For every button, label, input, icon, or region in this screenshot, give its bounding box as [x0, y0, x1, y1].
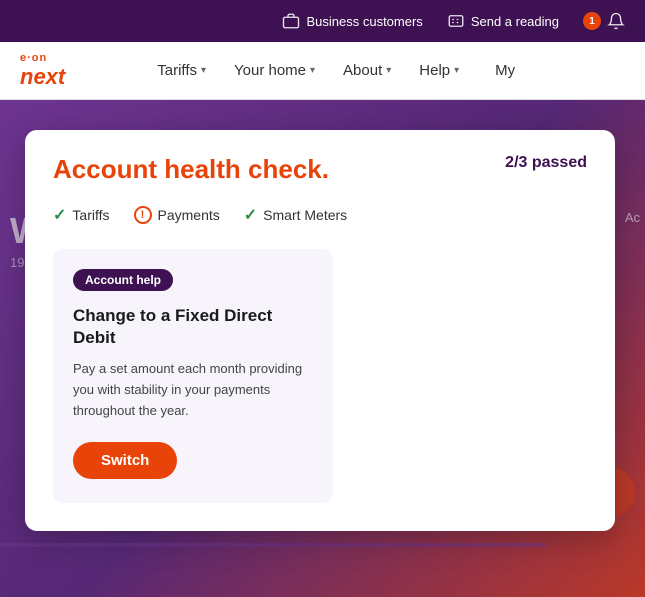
switch-button[interactable]: Switch: [73, 442, 177, 479]
check-payments: ! Payments: [134, 206, 220, 224]
account-health-check-modal: Account health check. 2/3 passed ✓ Tarif…: [25, 130, 615, 531]
modal-header: Account health check. 2/3 passed: [53, 154, 587, 185]
check-smart-meters: ✓ Smart Meters: [244, 205, 347, 225]
modal-score: 2/3 passed: [505, 154, 587, 172]
nav-your-home[interactable]: Your home ▾: [222, 54, 327, 87]
business-customers-link[interactable]: Business customers: [282, 12, 422, 30]
nav-about[interactable]: About ▾: [331, 54, 403, 87]
card-tag: Account help: [73, 269, 173, 291]
nav-bar: e·on next Tariffs ▾ Your home ▾ About ▾ …: [0, 42, 645, 100]
payments-warn-icon: !: [134, 206, 152, 224]
nav-your-home-label: Your home: [234, 62, 306, 79]
check-tariffs-label: Tariffs: [72, 207, 109, 223]
modal-checks: ✓ Tariffs ! Payments ✓ Smart Meters: [53, 205, 587, 225]
logo-eon-text: e·on: [20, 52, 65, 64]
top-bar: Business customers Send a reading 1: [0, 0, 645, 42]
nav-help-label: Help: [419, 62, 450, 79]
check-payments-label: Payments: [158, 207, 220, 223]
meter-icon: [447, 12, 465, 30]
check-smart-meters-label: Smart Meters: [263, 207, 347, 223]
tariffs-check-icon: ✓: [53, 205, 66, 225]
send-reading-link[interactable]: Send a reading: [447, 12, 559, 30]
briefcase-icon: [282, 12, 300, 30]
notification-count: 1: [583, 12, 601, 30]
logo-next-text: next: [20, 64, 65, 90]
nav-help[interactable]: Help ▾: [407, 54, 471, 87]
nav-my[interactable]: My: [483, 54, 527, 87]
about-chevron-icon: ▾: [386, 65, 391, 76]
tariffs-chevron-icon: ▾: [201, 65, 206, 76]
send-reading-label: Send a reading: [471, 14, 559, 29]
nav-tariffs[interactable]: Tariffs ▾: [145, 54, 218, 87]
business-customers-label: Business customers: [306, 14, 422, 29]
account-help-card: Account help Change to a Fixed Direct De…: [53, 249, 333, 503]
card-description: Pay a set amount each month providing yo…: [73, 359, 313, 421]
your-home-chevron-icon: ▾: [310, 65, 315, 76]
notification-bell[interactable]: 1: [583, 12, 625, 30]
nav-items: Tariffs ▾ Your home ▾ About ▾ Help ▾ My: [145, 54, 527, 87]
check-tariffs: ✓ Tariffs: [53, 205, 110, 225]
bell-icon: [607, 12, 625, 30]
help-chevron-icon: ▾: [454, 65, 459, 76]
nav-about-label: About: [343, 62, 382, 79]
card-title: Change to a Fixed Direct Debit: [73, 305, 313, 349]
eon-next-logo[interactable]: e·on next: [20, 52, 65, 90]
nav-my-label: My: [495, 62, 515, 79]
modal-title: Account health check.: [53, 154, 329, 185]
smart-meters-check-icon: ✓: [244, 205, 257, 225]
nav-tariffs-label: Tariffs: [157, 62, 197, 79]
